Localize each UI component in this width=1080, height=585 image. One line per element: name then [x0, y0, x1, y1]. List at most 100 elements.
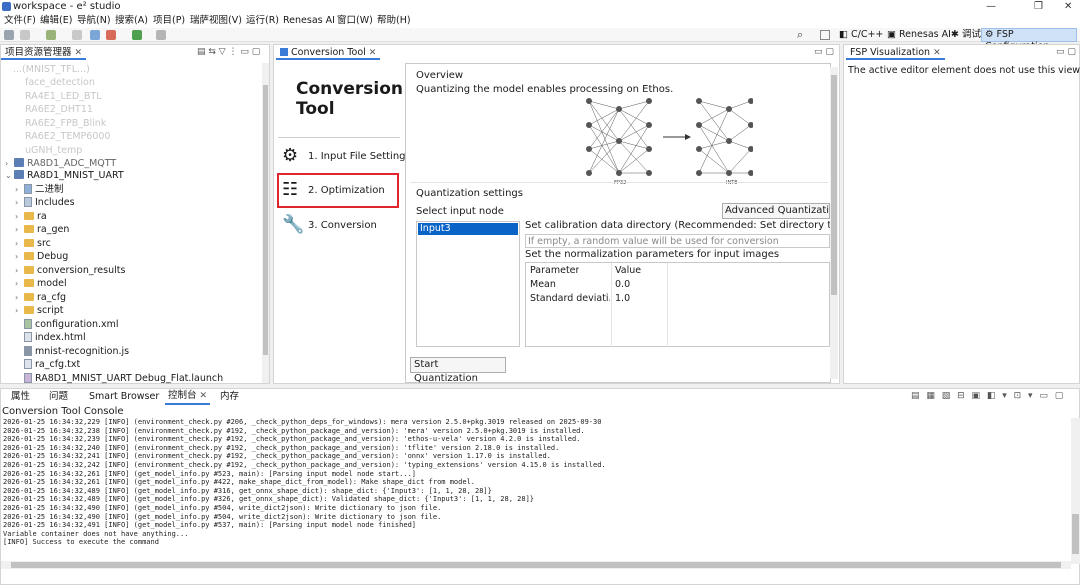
menu-renesas-view[interactable]: 瑞萨视图(V) — [190, 14, 242, 28]
tree-item-project[interactable]: ⌄ RA8D1_MNIST_UART — [5, 169, 124, 182]
tree-item-folder[interactable]: › model — [15, 277, 67, 290]
table-cell-value[interactable]: 1.0 — [615, 292, 665, 305]
editor-scrollbar[interactable] — [830, 67, 838, 379]
menu-run[interactable]: 运行(R) — [246, 14, 279, 28]
menu-edit[interactable]: 编辑(E) — [40, 14, 72, 28]
tree-item-faded[interactable]: face_detection — [25, 76, 95, 89]
console-toolbar-icons[interactable]: ▤ ▦ ▧ ⊟ ▣ ◧ ▾ ⊡ ▾ ▭ ▢ — [911, 391, 1065, 401]
minimize-maximize-icons[interactable]: ▭ ▢ — [814, 47, 834, 57]
explorer-scrollbar[interactable] — [262, 63, 269, 383]
minimize-maximize-icons[interactable]: ▭ ▢ — [1056, 47, 1076, 57]
menu-window[interactable]: 窗口(W) — [337, 14, 373, 28]
tab-memory[interactable]: 内存 — [220, 390, 239, 404]
menu-file[interactable]: 文件(F) — [4, 14, 36, 28]
gear-icon[interactable] — [90, 30, 100, 40]
debug-icon[interactable] — [106, 30, 116, 40]
list-item-input3[interactable]: Input3 — [418, 223, 518, 235]
step-optimization[interactable]: ☷ 2. Optimization — [282, 177, 385, 203]
config-file-icon — [24, 319, 32, 329]
maximize-icon[interactable]: ❐ — [1034, 0, 1043, 14]
tree-item-folder[interactable]: › Debug — [15, 250, 68, 263]
explorer-toolbar-icons[interactable]: ▤ ⇆ ▽ ⋮ ▭ ▢ — [197, 47, 260, 57]
close-icon[interactable]: ✕ — [369, 48, 377, 58]
console-panel: 属性 问题 Smart Browser 控制台 ✕ 内存 ▤ ▦ ▧ ⊟ ▣ ◧ … — [0, 388, 1080, 585]
build-icon[interactable] — [20, 30, 30, 40]
tree-item-faded[interactable]: RA6E2_FPB_Blink — [25, 117, 106, 130]
tab-smart-browser[interactable]: Smart Browser — [89, 390, 159, 404]
tab-project-explorer[interactable]: 项目资源管理器 ✕ — [1, 45, 87, 60]
includes-icon — [24, 197, 32, 207]
perspective-debug[interactable]: ✱ 调试 — [948, 28, 984, 42]
open-perspective-icon[interactable] — [820, 30, 830, 40]
start-quantization-button[interactable]: Start Quantization — [410, 357, 506, 384]
tree-item-faded[interactable]: uGNH_temp — [25, 144, 82, 157]
console-line: 2026-01-25 16:34:32,240 [INFO] (environm… — [3, 443, 560, 452]
menu-navigate[interactable]: 导航(N) — [77, 14, 111, 28]
conversion-tool-panel: Conversion Tool ✕ ▭ ▢ Conversion Tool ⚙ 1.… — [273, 44, 840, 384]
perspective-renesas-ai[interactable]: ▣ Renesas AI — [884, 28, 954, 42]
tree-item-folder[interactable]: › ra_gen — [15, 223, 69, 236]
tree-item-file[interactable]: ra_cfg.txt — [24, 358, 80, 371]
search-icon[interactable]: ⌕ — [797, 28, 803, 42]
tab-problems[interactable]: 问题 — [49, 390, 68, 404]
tree-item-faded[interactable]: ...(MNIST_TFL...) — [13, 63, 90, 76]
tree-item-faded[interactable]: RA6E2_DHT11 — [25, 103, 93, 116]
minimize-icon[interactable]: — — [986, 0, 996, 14]
tool-heading: Conversion Tool — [296, 79, 403, 119]
console-output[interactable]: 2026-01-25 16:34:32,229 [INFO] (environm… — [1, 418, 1071, 550]
tree-item-folder[interactable]: › conversion_results — [15, 264, 125, 277]
tab-conversion-tool[interactable]: Conversion Tool ✕ — [276, 45, 381, 60]
quantization-settings-title: Quantization settings — [416, 188, 523, 199]
console-line: 2026-01-25 16:34:32,239 [INFO] (environm… — [3, 435, 581, 444]
perspective-fsp-configuration[interactable]: ⚙ FSP Configuration — [981, 28, 1077, 52]
tab-fsp-visualization[interactable]: FSP Visualization ✕ — [846, 45, 945, 60]
step-conversion[interactable]: 🔧 3. Conversion — [282, 212, 377, 238]
tree-item-file[interactable]: RA8D1_MNIST_UART Debug_Flat.launch — [24, 372, 223, 385]
advanced-quantization-button[interactable]: Advanced Quantization — [722, 203, 830, 219]
menu-renesas-ai[interactable]: Renesas AI — [283, 14, 335, 28]
scrollbar-thumb[interactable] — [11, 562, 1061, 568]
tree-item-file[interactable]: configuration.xml — [24, 318, 119, 331]
tree-item-folder[interactable]: › src — [15, 237, 51, 250]
scrollbar-thumb[interactable] — [1072, 514, 1079, 554]
external-tools-icon[interactable] — [156, 30, 166, 40]
close-icon[interactable]: ✕ — [75, 48, 83, 58]
tree-item-faded[interactable]: RA6E2_TEMP6000 — [25, 130, 110, 143]
console-title: Conversion Tool Console — [2, 406, 124, 417]
calibration-dir-input[interactable]: If empty, a random value will be used fo… — [525, 234, 830, 248]
run-icon[interactable] — [132, 30, 142, 40]
tree-item-file[interactable]: mnist-recognition.js — [24, 345, 129, 358]
input-node-list[interactable]: Input3 — [416, 221, 520, 347]
fsp-visualization-panel: FSP Visualization ✕ ▭ ▢ The active editor… — [843, 44, 1080, 384]
table-header-value: Value — [615, 265, 642, 276]
close-icon[interactable]: ✕ — [933, 48, 941, 58]
menu-project[interactable]: 项目(P) — [153, 14, 185, 28]
console-horizontal-scrollbar[interactable] — [1, 561, 1071, 569]
console-vertical-scrollbar[interactable] — [1071, 418, 1080, 564]
table-cell-value[interactable]: 0.0 — [615, 278, 665, 291]
cut-icon[interactable] — [72, 30, 82, 40]
html-file-icon — [24, 332, 32, 342]
tree-item-file[interactable]: index.html — [24, 331, 86, 344]
project-explorer-panel: 项目资源管理器 ✕ ▤ ⇆ ▽ ⋮ ▭ ▢ ...(MNIST_TFL...) f… — [0, 44, 270, 384]
scrollbar-thumb[interactable] — [831, 75, 837, 295]
tree-item-includes[interactable]: › Includes — [15, 196, 75, 209]
menu-help[interactable]: 帮助(H) — [377, 14, 411, 28]
perspective-cpp[interactable]: ◧ C/C++ — [836, 28, 886, 42]
scrollbar-thumb[interactable] — [263, 85, 268, 355]
save-icon[interactable] — [4, 30, 14, 40]
window-title: workspace - e² studio — [13, 1, 121, 12]
tab-properties[interactable]: 属性 — [11, 390, 30, 404]
menu-search[interactable]: 搜索(A) — [115, 14, 148, 28]
close-icon[interactable]: ✕ — [200, 391, 208, 401]
tree-item-folder[interactable]: › ra — [15, 210, 47, 223]
tree-item-folder[interactable]: › ra_cfg — [15, 291, 66, 304]
tree-item-binaries[interactable]: › 二进制 — [15, 183, 64, 196]
close-icon[interactable]: ✕ — [1064, 0, 1072, 14]
tree-item-faded[interactable]: RA4E1_LED_BTL — [25, 90, 102, 103]
tree-item-folder[interactable]: › script — [15, 304, 63, 317]
tab-console[interactable]: 控制台 ✕ — [165, 389, 211, 405]
hammer-icon[interactable] — [46, 30, 56, 40]
step-input-file-settings[interactable]: ⚙ 1. Input File Settings — [282, 143, 411, 169]
chevron-down-icon[interactable]: ⌄ — [5, 169, 14, 182]
